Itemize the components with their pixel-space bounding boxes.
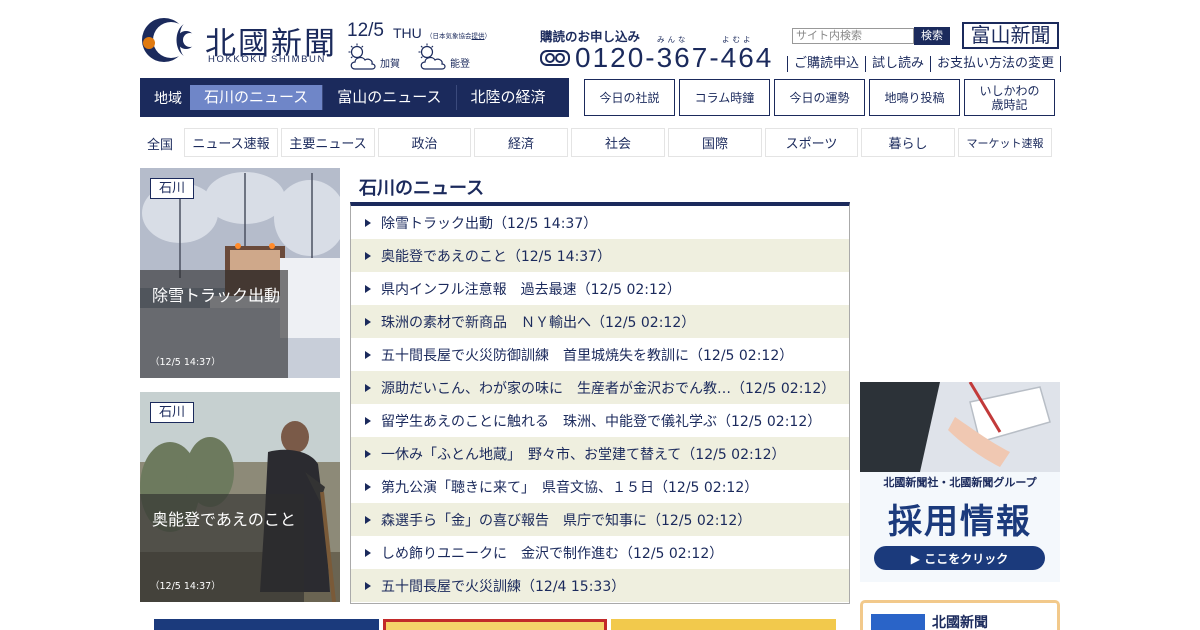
logo-subtitle: HOKKOKU SHIMBUN	[208, 54, 326, 65]
arrow-right-icon	[365, 515, 371, 524]
feature-title: 除雪トラック出動	[152, 286, 281, 305]
link-trial[interactable]: 試し読み	[865, 56, 930, 72]
news-list-item[interactable]: 源助だいこん、わが家の味に 生産者が金沢おでん教…（12/5 02:12）	[351, 371, 849, 404]
search-button[interactable]: 検索	[914, 27, 950, 45]
arrow-right-icon	[365, 548, 371, 557]
feature-photo-aenokoto[interactable]: 石川 奥能登であえのこと （12/5 14:37）	[140, 392, 340, 602]
news-list-item[interactable]: 五十間長屋で火災防御訓練 首里城焼失を教訓に（12/5 02:12）	[351, 338, 849, 371]
feature-caption: 除雪トラック出動 （12/5 14:37）	[140, 270, 288, 378]
cloudy-sun-icon	[348, 43, 376, 70]
hokkoku-promo-name: 北國新聞	[932, 615, 988, 630]
hokkoku-logo-mark[interactable]	[140, 16, 198, 64]
category-market-news[interactable]: マーケット速報	[958, 128, 1052, 157]
weather-credit: （日本気象協会提供）	[426, 33, 491, 40]
arrow-right-icon	[365, 416, 371, 425]
column-jisho-button[interactable]: コラム時鐘	[679, 79, 770, 116]
arrow-right-icon	[365, 350, 371, 359]
toyama-shimbun-button[interactable]: 富山新聞	[962, 22, 1059, 49]
feature-region-tag: 石川	[150, 178, 195, 199]
category-breaking-news[interactable]: ニュース速報	[184, 128, 278, 157]
recruit-banner[interactable]: 北國新聞社・北國新聞グループ 採用情報 ▶ ここをクリック	[860, 382, 1060, 582]
weather-kaga[interactable]: 加賀	[346, 43, 400, 71]
column-readers-voice-button[interactable]: 地鳴り投稿	[869, 79, 960, 116]
region-nav: 地域 石川のニュース 富山のニュース 北陸の経済	[140, 78, 569, 117]
recruit-subtitle: 北國新聞社・北國新聞グループ	[883, 476, 1037, 489]
arrow-right-icon	[365, 581, 371, 590]
bottom-banner-3[interactable]	[611, 619, 836, 630]
recruit-click-button[interactable]: ▶ ここをクリック	[874, 546, 1045, 570]
bottom-banner-1[interactable]	[154, 619, 379, 630]
arrow-right-icon	[365, 218, 371, 227]
category-all[interactable]: 全国	[147, 134, 173, 153]
category-lifestyle[interactable]: 暮らし	[861, 128, 955, 157]
hokkoku-promo-box[interactable]: 北國新聞	[860, 600, 1060, 630]
link-subscribe[interactable]: ご購読申込	[787, 56, 865, 72]
tab-hokuriku-economy[interactable]: 北陸の経済	[455, 85, 560, 110]
news-list-item[interactable]: 珠洲の素材で新商品 ＮＹ輸出へ（12/5 02:12）	[351, 305, 849, 338]
column-horoscope-button[interactable]: 今日の運勢	[774, 79, 865, 116]
news-list-item[interactable]: 森選手ら「金」の喜び報告 県庁で知事に（12/5 02:12）	[351, 503, 849, 536]
tab-ishikawa-news[interactable]: 石川のニュース	[190, 85, 323, 110]
recruit-title: 採用情報	[888, 502, 1032, 542]
news-list: 除雪トラック出動（12/5 14:37） 奥能登であえのこと（12/5 14:3…	[350, 202, 850, 604]
weather-region-label: 能登	[450, 58, 470, 70]
category-economy[interactable]: 経済	[474, 128, 568, 157]
news-list-item[interactable]: 県内インフル注意報 過去最速（12/5 02:12）	[351, 272, 849, 305]
news-list-item[interactable]: 第九公演「聴きに来て」 県音文協、１５日（12/5 02:12）	[351, 470, 849, 503]
arrow-right-icon	[365, 482, 371, 491]
arrow-right-icon	[365, 317, 371, 326]
category-international[interactable]: 国際	[668, 128, 762, 157]
subscription-links: ご購読申込 試し読み お支払い方法の変更	[787, 56, 1062, 72]
feature-time: （12/5 14:37）	[150, 357, 221, 368]
category-society[interactable]: 社会	[571, 128, 665, 157]
feature-photo-snow-truck[interactable]: 石川 除雪トラック出動 （12/5 14:37）	[140, 168, 340, 378]
category-sports[interactable]: スポーツ	[765, 128, 858, 157]
feature-time: （12/5 14:37）	[150, 581, 221, 592]
column-editorial-button[interactable]: 今日の社説	[584, 79, 675, 116]
weather-noto[interactable]: 能登	[416, 43, 470, 71]
freedial-icon	[540, 50, 570, 66]
tab-toyama-news[interactable]: 富山のニュース	[322, 85, 455, 110]
weather-region-label: 加賀	[380, 58, 400, 70]
bottom-banner-2[interactable]	[383, 619, 607, 630]
news-list-item[interactable]: 一休み「ふとん地蔵」 野々市、お堂建て替えて（12/5 02:12）	[351, 437, 849, 470]
current-weekday: THU	[393, 25, 422, 41]
feature-region-tag: 石川	[150, 402, 195, 423]
news-list-item[interactable]: しめ飾りユニークに 金沢で制作進む（12/5 02:12）	[351, 536, 849, 569]
news-list-item[interactable]: 留学生あえのことに触れる 珠洲、中能登で儀礼学ぶ（12/5 02:12）	[351, 404, 849, 437]
feature-caption: 奥能登であえのこと （12/5 14:37）	[140, 494, 304, 602]
news-list-item[interactable]: 五十間長屋で火災訓練（12/4 15:33）	[351, 569, 849, 602]
arrow-right-icon	[365, 251, 371, 260]
news-list-item[interactable]: 除雪トラック出動（12/5 14:37）	[351, 206, 849, 239]
hokkoku-promo-logo	[871, 614, 925, 630]
region-nav-label: 地域	[154, 90, 182, 107]
current-date: 12/5	[347, 20, 384, 41]
news-list-heading: 石川のニュース	[359, 178, 485, 199]
arrow-right-icon	[365, 383, 371, 392]
news-list-item[interactable]: 奥能登であえのこと（12/5 14:37）	[351, 239, 849, 272]
category-politics[interactable]: 政治	[378, 128, 471, 157]
arrow-right-icon	[365, 449, 371, 458]
search-input[interactable]	[792, 28, 914, 44]
weather-credit-link[interactable]: 提供	[472, 33, 485, 40]
feature-title: 奥能登であえのこと	[152, 510, 296, 529]
link-payment-change[interactable]: お支払い方法の変更	[930, 56, 1062, 72]
subscription-phone[interactable]: 0120-367-464	[575, 42, 773, 74]
arrow-right-icon	[365, 284, 371, 293]
cloudy-sun-icon	[418, 43, 446, 70]
category-top-news[interactable]: 主要ニュース	[281, 128, 375, 157]
column-saijiki-button[interactable]: いしかわの歳時記	[964, 79, 1055, 116]
